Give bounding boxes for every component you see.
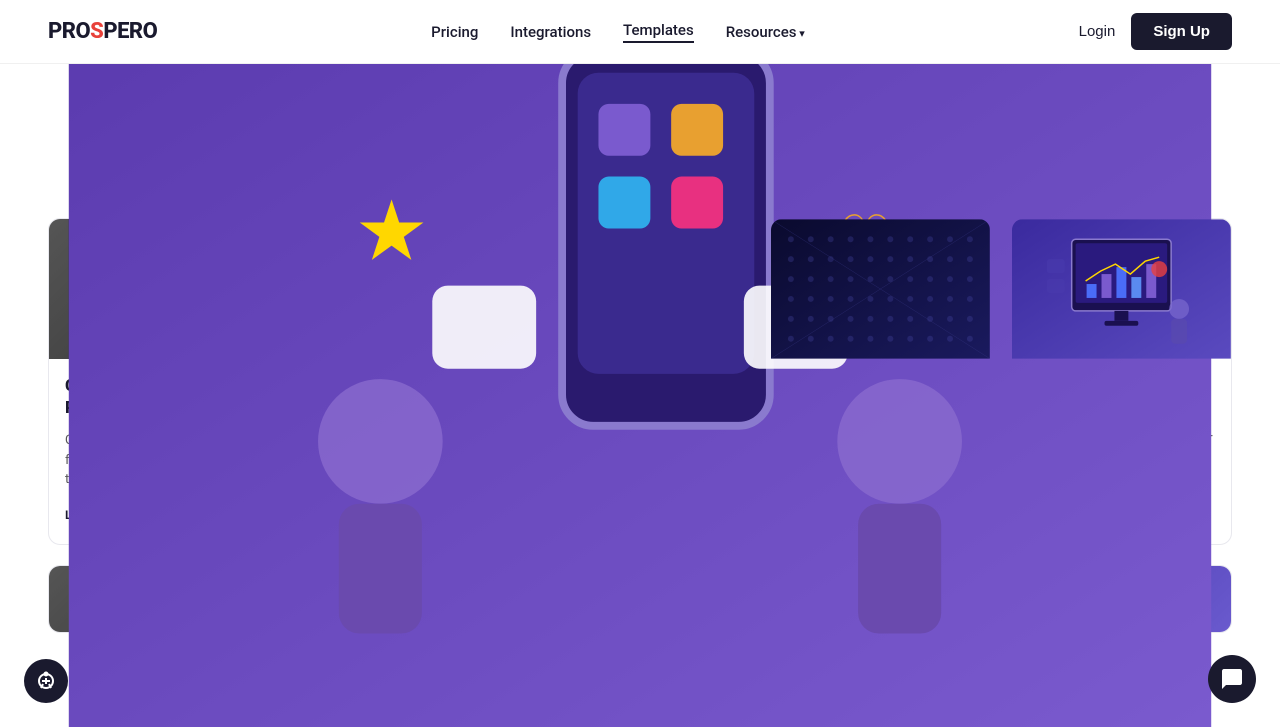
accessibility-button[interactable]	[24, 659, 68, 703]
main-nav: Pricing Integrations Templates Resources	[431, 21, 805, 43]
cards-grid: Content Marketing Proposal Template Cont…	[48, 218, 1232, 545]
main-content: All Copywriting Corporate Development Gr…	[0, 64, 1280, 633]
nav-actions: Login Sign Up	[1079, 13, 1232, 50]
nav-templates[interactable]: Templates	[623, 21, 694, 43]
accessibility-icon	[35, 670, 57, 692]
nav-pricing[interactable]: Pricing	[431, 23, 478, 41]
card-marketing: ★ ♡ Marketing Proposal Template Marketin…	[530, 218, 751, 545]
chat-button[interactable]	[1208, 655, 1256, 703]
signup-button[interactable]: Sign Up	[1131, 13, 1232, 50]
nav-integrations[interactable]: Integrations	[510, 23, 591, 41]
login-button[interactable]: Login	[1079, 23, 1116, 40]
header: PROSPERO Pricing Integrations Templates …	[0, 0, 1280, 64]
logo[interactable]: PROSPERO	[48, 19, 157, 44]
nav-resources[interactable]: Resources	[726, 23, 805, 41]
chat-icon	[1220, 667, 1244, 691]
